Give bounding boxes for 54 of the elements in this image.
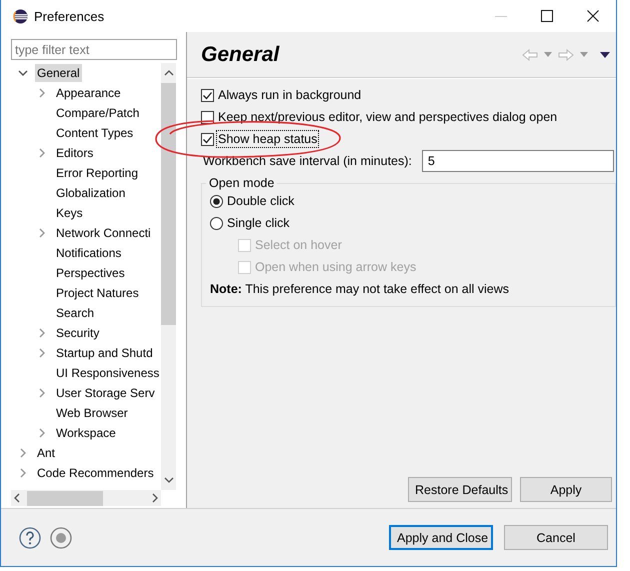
field-label: Workbench save interval (in minutes): [202,153,413,170]
tree-item[interactable]: Startup and Shutd [54,344,155,362]
record-icon[interactable] [50,526,72,548]
tree-item[interactable]: Globalization [54,184,128,202]
checkbox[interactable] [201,88,214,102]
group-title: Open mode [209,176,274,190]
menu-caret-icon[interactable] [600,52,610,58]
tree-item[interactable]: Editors [54,144,96,162]
dropdown-caret-icon[interactable] [580,52,588,57]
app-icon [13,8,28,24]
tree-item[interactable]: Project Natures [54,284,141,302]
tree-item[interactable]: Workspace [54,424,118,442]
tree-item[interactable]: Code Recommenders [35,464,156,482]
tree-item[interactable]: General [35,64,82,82]
radio-button[interactable] [210,216,223,230]
dropdown-caret-icon[interactable] [544,52,552,57]
tree-item[interactable]: Security [54,324,102,342]
scrollbar-thumb[interactable] [161,83,176,325]
page-title: General [201,42,280,66]
tree-item[interactable]: UI Responsiveness [54,364,161,382]
help-icon[interactable] [19,526,41,548]
tree-item[interactable]: Perspectives [54,264,127,282]
tree-item[interactable]: Content Types [54,124,136,142]
tree-item[interactable]: Notifications [54,244,124,262]
tree-item[interactable]: Error Reporting [54,164,140,182]
tree-item[interactable]: User Storage Serv [54,384,157,402]
tree-item[interactable]: Web Browser [54,404,130,422]
tree-item[interactable]: Appearance [54,84,123,102]
dialog-button[interactable]: Apply [520,477,612,502]
dialog-button[interactable]: Apply and Close [389,525,493,550]
maximize-icon[interactable] [541,10,553,22]
forward-arrow-icon[interactable] [558,48,574,60]
checkbox-label[interactable]: Show heap status [216,130,320,148]
back-arrow-icon[interactable] [522,48,538,60]
checkbox[interactable] [201,132,214,146]
tree-item[interactable]: Ant [35,444,58,462]
note-text: Note: This preference may not take effect on all views [210,281,509,297]
dialog-button[interactable]: Restore Defaults [408,477,512,502]
tree-item[interactable]: Search [54,304,96,322]
checkbox[interactable] [201,110,214,124]
scrollbar-thumb[interactable] [27,490,103,506]
radio-label[interactable]: Single click [225,214,292,232]
window-title: Preferences [34,8,104,24]
close-icon[interactable] [587,10,599,22]
tree-item[interactable]: Network Connecti [54,224,153,242]
filter-field[interactable]: type filter text [11,39,177,60]
radio-label[interactable]: Double click [225,192,296,210]
tree-item[interactable]: Compare/Patch [54,104,142,122]
checkbox-label[interactable]: Keep next/previous editor, view and perspectives dialog open [216,108,560,126]
radio-button[interactable] [210,194,223,208]
checkbox-label[interactable]: Always run in background [216,86,364,104]
tree-item[interactable]: Keys [54,204,85,222]
input-field[interactable]: 5 [422,150,614,172]
dialog-button[interactable]: Cancel [504,525,608,550]
